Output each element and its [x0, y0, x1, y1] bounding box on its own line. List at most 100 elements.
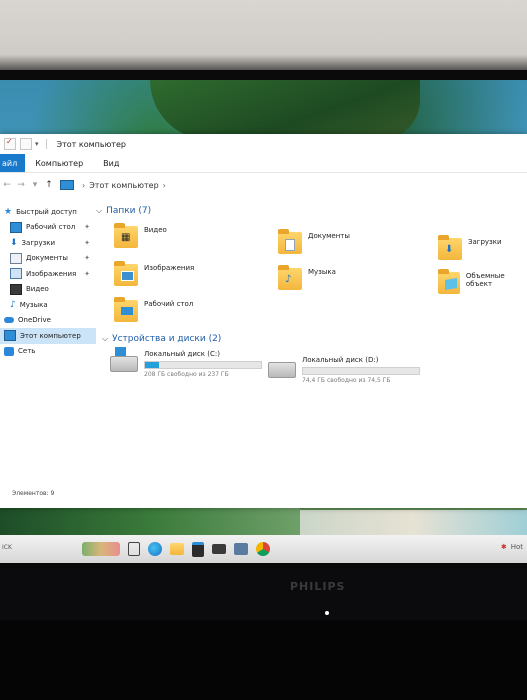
folder-label: Рабочий стол: [144, 300, 194, 308]
download-arrow-icon: ⬇: [10, 237, 18, 248]
pictures-folder-icon: [114, 261, 138, 286]
sidebar-item-music[interactable]: ♪ Музыка: [0, 297, 96, 313]
folder-label: Изображения: [144, 264, 195, 272]
folder-label: Объемные объект: [465, 272, 505, 288]
search-box[interactable]: [82, 542, 120, 556]
status-bar: Элементов: 9: [12, 490, 55, 497]
sidebar-item-label: Этот компьютер: [20, 331, 81, 340]
sidebar-item-video[interactable]: Видео: [0, 282, 96, 298]
devices-group-header[interactable]: ⌵ Устройства и диски (2): [102, 334, 221, 344]
task-view-icon[interactable]: [128, 542, 140, 556]
drive-free-space: 74,4 ГБ свободно из 74,5 ГБ: [302, 377, 391, 384]
drive-d[interactable]: Локальный диск (D:) 74,4 ГБ свободно из …: [268, 356, 420, 384]
cloud-icon: [4, 317, 14, 324]
downloads-folder-icon: ⬇: [438, 235, 462, 260]
chevron-right-icon[interactable]: ›: [163, 181, 166, 190]
breadcrumb-this-pc[interactable]: Этот компьютер: [89, 181, 158, 190]
address-bar[interactable]: › Этот компьютер ›: [60, 180, 170, 190]
file-explorer-window: ▾ Этот компьютер айл Компьютер Вид ← → ▾…: [0, 134, 527, 508]
folders-group-header[interactable]: ⌵ Папки (7): [96, 206, 151, 216]
power-led: [325, 611, 329, 615]
documents-icon: [10, 252, 22, 264]
drive-usage-fill: [145, 362, 159, 368]
folder-downloads[interactable]: ⬇ Загрузки: [438, 235, 502, 260]
sidebar-item-downloads[interactable]: ⬇ Загрузки ✦: [0, 235, 96, 251]
sidebar-item-label: Изображения: [26, 269, 77, 278]
taskbar-left-text: ICK: [2, 544, 12, 551]
new-folder-quick-access-icon[interactable]: [20, 138, 32, 150]
wallpaper-cliff: [150, 80, 420, 140]
folder-label: Видео: [144, 226, 167, 234]
folder-label: Документы: [308, 232, 350, 240]
tray-notification-icon[interactable]: ✱: [501, 543, 507, 551]
folder-video[interactable]: ▦ Видео: [114, 223, 167, 248]
video-folder-icon: ▦: [114, 223, 138, 248]
sidebar-item-onedrive[interactable]: OneDrive: [0, 313, 96, 329]
folder-desktop[interactable]: Рабочий стол: [114, 297, 194, 322]
sidebar-item-this-pc[interactable]: Этот компьютер: [0, 328, 96, 344]
pin-icon: ✦: [84, 223, 90, 232]
pin-icon: ✦: [84, 254, 90, 263]
star-icon: ★: [4, 206, 13, 217]
photos-icon[interactable]: [234, 543, 248, 555]
sidebar-item-desktop[interactable]: Рабочий стол ✦: [0, 220, 96, 236]
file-explorer-icon[interactable]: [170, 543, 184, 555]
sidebar-item-label: Загрузки: [21, 238, 56, 247]
title-separator: [45, 139, 47, 149]
sidebar-item-documents[interactable]: Документы ✦: [0, 251, 96, 267]
3d-objects-folder-icon: [438, 269, 460, 294]
drive-info: Локальный диск (D:) 74,4 ГБ свободно из …: [302, 356, 420, 384]
navigation-bar: ← → ▾ ↑ › Этот компьютер ›: [0, 174, 527, 196]
folder-pictures[interactable]: Изображения: [114, 261, 195, 286]
sidebar-item-label: OneDrive: [18, 316, 51, 325]
desktop-folder-icon: [10, 221, 22, 233]
desktop-folder-icon: [114, 297, 138, 322]
folder-documents[interactable]: Документы: [278, 229, 350, 254]
computer-icon: [4, 330, 16, 342]
documents-folder-icon: [278, 229, 302, 254]
drive-c[interactable]: Локальный диск (C:) 208 ГБ свободно из 2…: [110, 347, 262, 378]
recent-dropdown-icon[interactable]: ▾: [28, 180, 42, 190]
folder-3d-objects[interactable]: Объемные объект: [438, 269, 527, 294]
content-pane: ⌵ Папки (7) ▦ Видео Документы ⬇ Загрузки…: [96, 204, 527, 504]
back-arrow-icon[interactable]: ←: [0, 180, 14, 190]
drive-usage-bar: [144, 361, 262, 369]
folder-label: Музыка: [308, 268, 336, 276]
drive-label: Локальный диск (D:): [302, 356, 379, 364]
sidebar-item-pictures[interactable]: Изображения ✦: [0, 266, 96, 282]
drive-usage-bar: [302, 367, 420, 375]
folders-group-label: Папки (7): [106, 206, 152, 216]
tab-view[interactable]: Вид: [93, 154, 129, 172]
desk-surface: [0, 620, 527, 700]
drive-free-space: 208 ГБ свободно из 237 ГБ: [144, 371, 229, 378]
system-tray[interactable]: ✱ Hot: [501, 543, 523, 551]
sidebar-item-label: Рабочий стол: [26, 223, 76, 232]
music-folder-icon: ♪: [278, 265, 302, 290]
ribbon-tabs: айл Компьютер Вид: [0, 154, 527, 173]
edge-icon[interactable]: [148, 542, 162, 556]
quick-access-dropdown-icon[interactable]: ▾: [35, 140, 39, 148]
chevron-right-icon[interactable]: ›: [82, 181, 85, 190]
properties-quick-access-icon[interactable]: [4, 137, 16, 150]
title-bar: ▾ Этот компьютер: [0, 134, 527, 154]
sidebar-item-quick-access[interactable]: ★ Быстрый доступ: [0, 204, 96, 220]
store-icon[interactable]: [192, 541, 204, 557]
room-wall: [0, 0, 527, 78]
sidebar-item-network[interactable]: Сеть: [0, 344, 96, 360]
tab-computer[interactable]: Компьютер: [25, 154, 93, 172]
pin-icon: ✦: [84, 269, 90, 278]
monitor-brand-logo: PHILIPS: [290, 580, 346, 593]
sidebar-item-label: Быстрый доступ: [16, 207, 77, 216]
sidebar-item-label: Музыка: [19, 300, 48, 309]
network-icon: [4, 346, 14, 356]
mail-icon[interactable]: [212, 544, 226, 554]
devices-group-label: Устройства и диски (2): [112, 334, 222, 344]
folder-music[interactable]: ♪ Музыка: [278, 265, 336, 290]
up-arrow-icon[interactable]: ↑: [42, 180, 56, 190]
chevron-down-icon[interactable]: ⌵: [102, 334, 108, 344]
chevron-down-icon[interactable]: ⌵: [96, 206, 102, 216]
forward-arrow-icon[interactable]: →: [14, 180, 28, 190]
sidebar-item-label: Сеть: [18, 347, 36, 356]
tab-file[interactable]: айл: [0, 154, 26, 172]
chrome-icon[interactable]: [256, 542, 270, 556]
